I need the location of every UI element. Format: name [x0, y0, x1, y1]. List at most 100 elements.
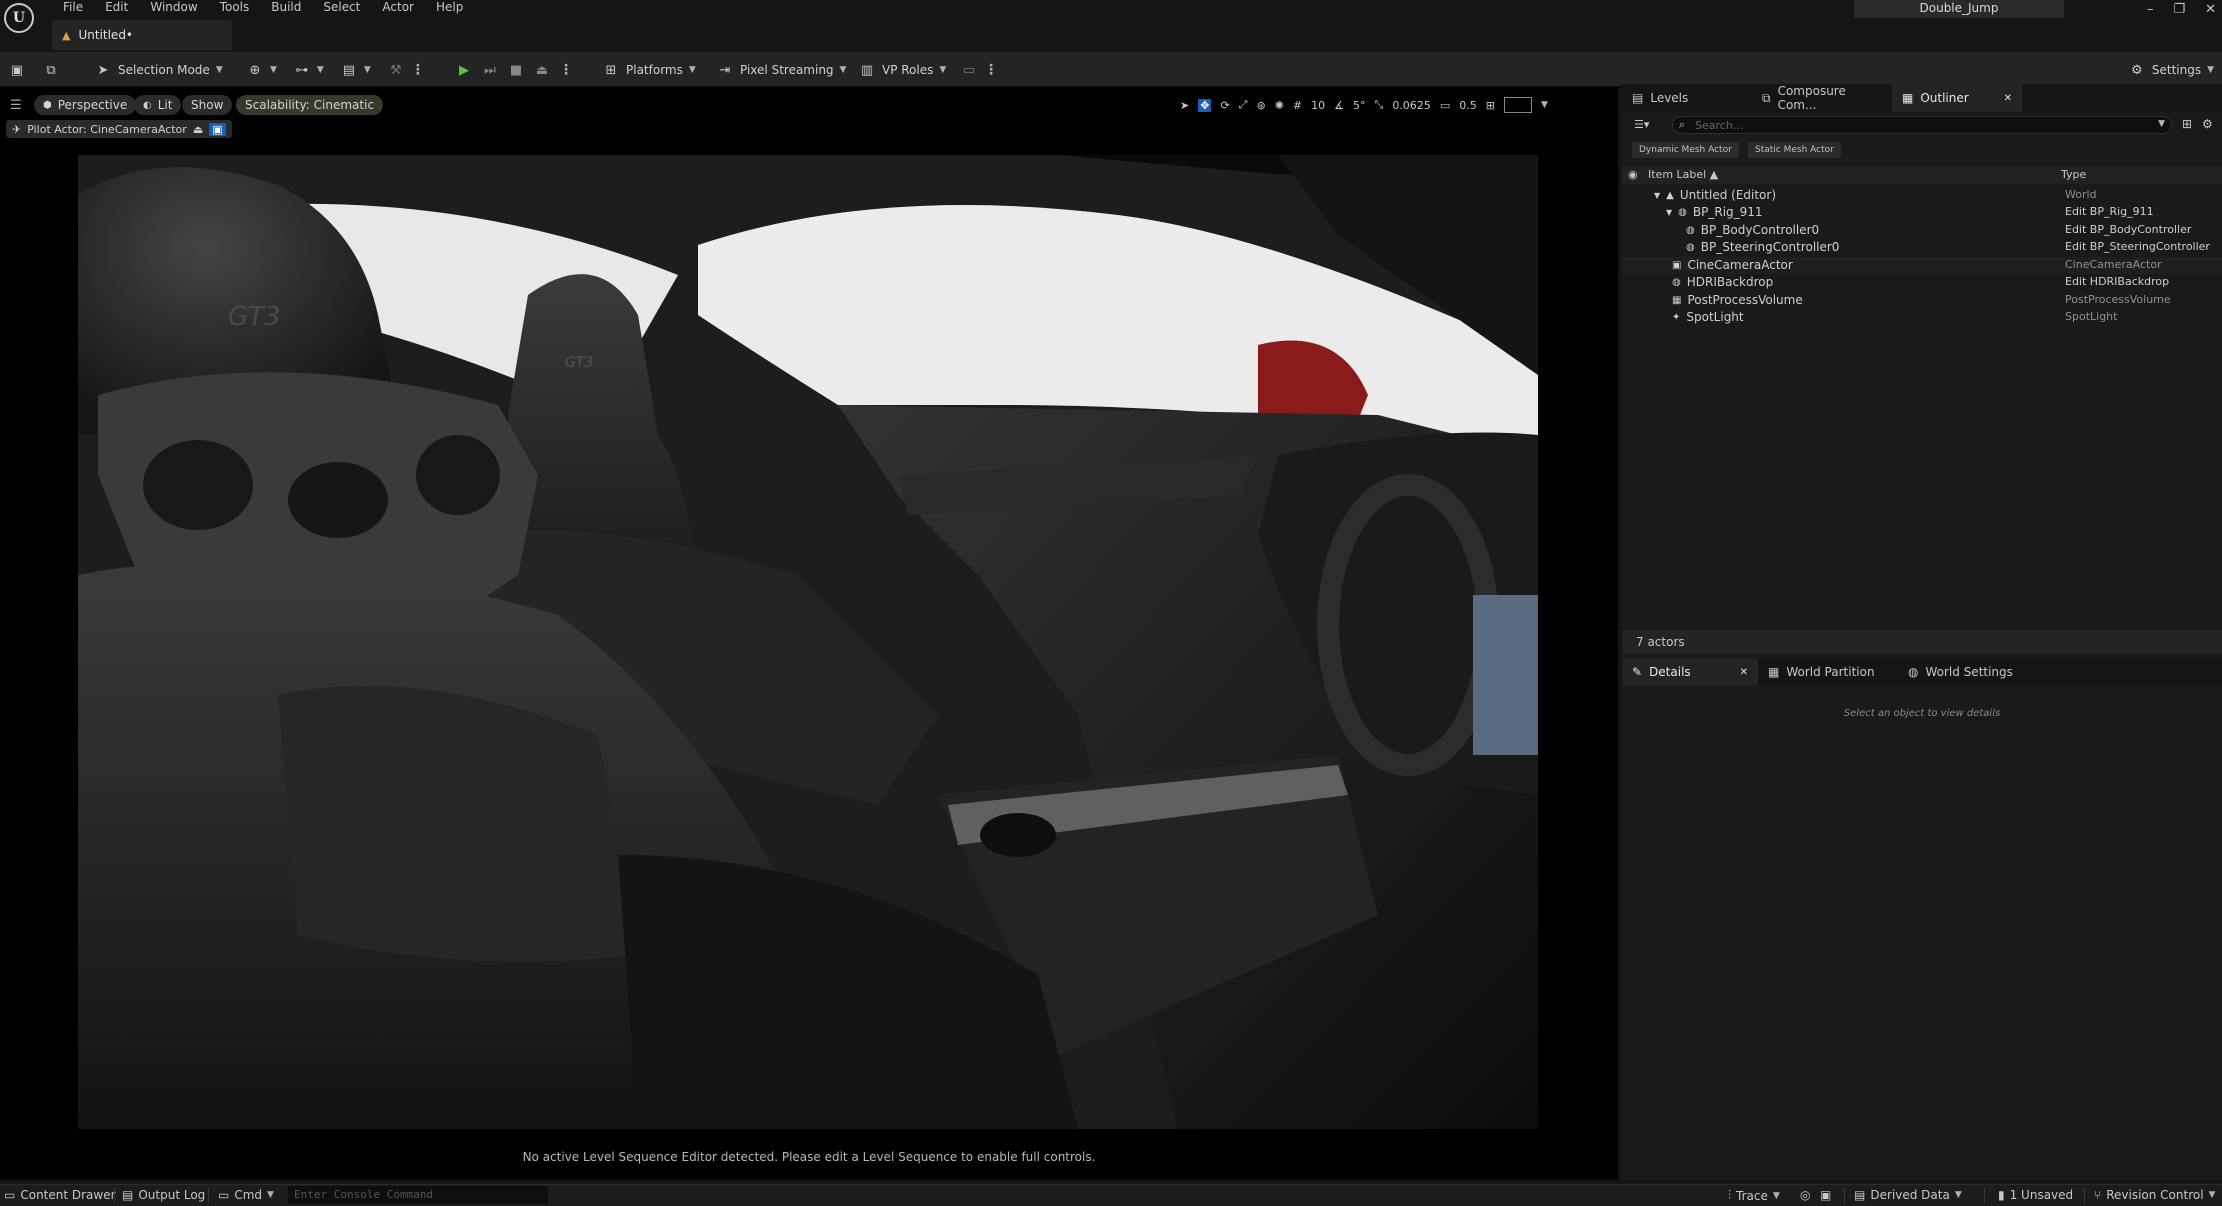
scalability-badge[interactable]: Scalability: Cinematic	[236, 95, 384, 115]
stop-icon[interactable]: ■	[507, 61, 525, 79]
expand-arrow-icon[interactable]: ▼	[1666, 208, 1672, 217]
filter-icon[interactable]: ☰▾	[1634, 118, 1649, 131]
record-icon[interactable]: ◎	[1800, 1188, 1810, 1202]
scale-tool-icon[interactable]: ⤢	[1239, 98, 1248, 112]
perspective-button[interactable]: ⬢ Perspective	[34, 95, 137, 115]
cinematics-icon[interactable]: ▤	[340, 61, 358, 79]
row-type[interactable]: Edit BP_Rig_911	[2065, 205, 2154, 218]
step-icon[interactable]: ⏭	[481, 61, 499, 79]
derived-data-button[interactable]: ▤ Derived Data ▼	[1854, 1188, 1962, 1202]
outliner-row[interactable]: ▼ ▲ Untitled (Editor) World	[1622, 187, 2222, 204]
menu-actor[interactable]: Actor	[371, 0, 425, 16]
row-type[interactable]: Edit HDRIBackdrop	[2065, 275, 2169, 288]
more-options-icon[interactable]: ⋮	[411, 62, 425, 78]
gear-icon[interactable]: ⚙	[2202, 117, 2213, 131]
revision-control-button[interactable]: ⑂ Revision Control ▼	[2094, 1188, 2215, 1202]
tab-levels[interactable]: ▤ Levels	[1622, 84, 1752, 112]
trace-button[interactable]: ⫶ Trace ▼	[1728, 1188, 1780, 1203]
rotation-snap-icon[interactable]: ∡	[1334, 99, 1344, 112]
more-options-icon[interactable]: ⋮	[984, 62, 998, 78]
menu-select[interactable]: Select	[312, 0, 371, 16]
expand-arrow-icon[interactable]: ▼	[1654, 191, 1660, 200]
eject-icon[interactable]: ⏏	[533, 61, 551, 79]
viewport-layout-icon[interactable]: ⊞	[1486, 99, 1495, 112]
close-icon[interactable]: ✕	[1740, 667, 1748, 678]
outliner-row[interactable]: ◍ BP_SteeringController0 Edit BP_Steerin…	[1622, 239, 2222, 256]
restore-icon[interactable]: ❐	[2173, 0, 2185, 20]
play-icon[interactable]: ▶	[455, 61, 473, 79]
chevron-down-icon[interactable]: ▼	[2158, 119, 2165, 129]
blueprint-icon[interactable]: ⊶	[293, 61, 311, 79]
tab-outliner[interactable]: ▦ Outliner ✕	[1892, 84, 2022, 112]
grid-snap-value[interactable]: 10	[1311, 99, 1325, 112]
chevron-down-icon[interactable]: ▼	[1541, 100, 1548, 110]
filter-dynamic-mesh[interactable]: Dynamic Mesh Actor	[1632, 142, 1739, 158]
scalability-label: Scalability: Cinematic	[245, 98, 375, 112]
hamburger-menu-icon[interactable]: ☰	[10, 98, 22, 113]
row-type[interactable]: Edit BP_SteeringController	[2065, 240, 2210, 253]
outliner-row[interactable]: ▼ ◍ BP_Rig_911 Edit BP_Rig_911	[1622, 204, 2222, 221]
tab-composure[interactable]: ⧉ Composure Com...	[1752, 84, 1892, 112]
eject-pilot-icon[interactable]: ⏏	[193, 123, 203, 136]
console-input[interactable]: Enter Console Command	[288, 1186, 548, 1204]
camera-speed-icon[interactable]: ▭	[1440, 99, 1450, 112]
vp-roles-button[interactable]: ▥ VP Roles ▼	[858, 52, 946, 88]
compile-icon[interactable]: ⚒	[387, 61, 405, 79]
menu-tools[interactable]: Tools	[209, 0, 261, 16]
show-button[interactable]: Show	[182, 95, 233, 115]
close-icon[interactable]: ✕	[2004, 93, 2012, 104]
content-drawer-button[interactable]: ▭ Content Drawer	[4, 1188, 116, 1202]
unsaved-button[interactable]: ▮ 1 Unsaved	[1998, 1188, 2073, 1202]
pixel-streaming-button[interactable]: ⇥ Pixel Streaming ▼	[716, 52, 847, 88]
camera-speed-value[interactable]: 0.5	[1459, 99, 1477, 112]
settings-button[interactable]: ⚙ Settings ▼	[2128, 52, 2214, 88]
platforms-button[interactable]: ⊞ Platforms ▼	[602, 52, 696, 88]
source-control-icon[interactable]: ⧉	[42, 61, 60, 79]
unreal-logo-icon[interactable]: U	[4, 3, 34, 33]
add-folder-icon[interactable]: ⊞	[2182, 117, 2192, 131]
menu-build[interactable]: Build	[260, 0, 312, 16]
column-type[interactable]: Type	[2061, 168, 2086, 181]
lit-button[interactable]: ◐ Lit	[134, 95, 182, 115]
world-local-icon[interactable]: ⊛	[1256, 99, 1265, 112]
column-item-label[interactable]: Item Label ▲	[1648, 168, 1718, 181]
filter-static-mesh[interactable]: Static Mesh Actor	[1748, 142, 1841, 158]
move-tool-icon[interactable]: ✥	[1198, 98, 1212, 112]
menu-window[interactable]: Window	[139, 0, 208, 16]
more-options-icon[interactable]: ⋮	[559, 62, 573, 78]
row-label: SpotLight	[1686, 310, 1744, 324]
grid-snap-icon[interactable]: #	[1293, 99, 1302, 112]
row-type[interactable]: Edit BP_BodyController	[2065, 223, 2191, 236]
scale-snap-value[interactable]: 0.0625	[1392, 99, 1431, 112]
rotate-tool-icon[interactable]: ⟳	[1220, 99, 1229, 112]
tab-details[interactable]: ✎ Details ✕	[1622, 658, 1758, 686]
outliner-search-input[interactable]: ⌕ Search... ▼	[1672, 116, 2172, 134]
menu-file[interactable]: File	[52, 0, 94, 16]
level-tab[interactable]: ▲ Untitled•	[52, 20, 232, 50]
tab-world-partition[interactable]: ▦ World Partition	[1758, 658, 1898, 686]
add-actor-icon[interactable]: ⊕	[246, 61, 264, 79]
menu-edit[interactable]: Edit	[94, 0, 139, 16]
visibility-icon[interactable]: ◉	[1628, 168, 1638, 181]
outliner-row[interactable]: ▦ PostProcessVolume PostProcessVolume	[1622, 292, 2222, 309]
viewport-maximize-icon[interactable]	[1503, 97, 1532, 113]
cmd-dropdown[interactable]: ▭ Cmd ▼	[218, 1188, 274, 1202]
surface-snap-icon[interactable]: ✺	[1275, 99, 1284, 112]
close-icon[interactable]: ✕	[2205, 0, 2216, 20]
menu-help[interactable]: Help	[425, 0, 474, 16]
selection-mode-button[interactable]: ➤ Selection Mode ▼	[94, 52, 223, 88]
rotation-snap-value[interactable]: 5°	[1353, 99, 1366, 112]
outliner-row[interactable]: ◍ BP_BodyController0 Edit BP_BodyControl…	[1622, 222, 2222, 239]
minimize-icon[interactable]: –	[2147, 0, 2154, 20]
tab-world-settings[interactable]: ◍ World Settings	[1898, 658, 2038, 686]
outliner-row[interactable]: ✦ SpotLight SpotLight	[1622, 309, 2222, 326]
scale-snap-icon[interactable]: ⤡	[1375, 98, 1384, 112]
save-icon[interactable]: ▣	[8, 61, 26, 79]
select-tool-icon[interactable]: ➤	[1180, 99, 1189, 112]
camera-lock-icon[interactable]: ▣	[209, 122, 226, 136]
screen-icon[interactable]: ▭	[960, 61, 978, 79]
outliner-row[interactable]: ◍ HDRIBackdrop Edit HDRIBackdrop	[1622, 274, 2222, 291]
outliner-row[interactable]: ▣ CineCameraActor CineCameraActor	[1622, 257, 2222, 274]
snapshot-icon[interactable]: ▣	[1820, 1188, 1831, 1202]
output-log-button[interactable]: ▤ Output Log	[122, 1188, 205, 1202]
